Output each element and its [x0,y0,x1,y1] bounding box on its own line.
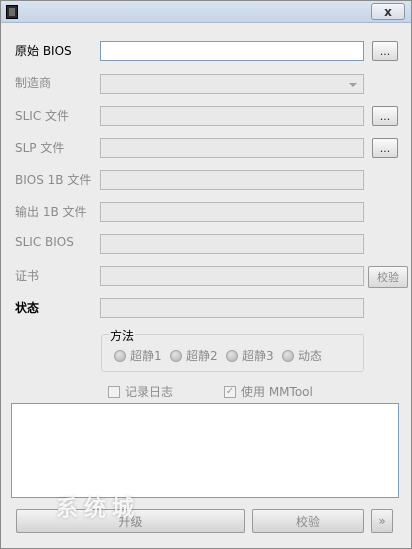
more-button[interactable]: » [371,509,393,533]
slp-file-input[interactable] [100,138,364,158]
slp-file-label: SLP 文件 [15,141,65,155]
method-radio-3[interactable]: 超静3 [226,347,274,364]
status-label: 状态 [15,301,40,315]
radio-indicator [114,349,126,362]
radio-label: 超静1 [130,349,162,363]
bios-1b-input[interactable] [100,170,364,190]
checkmark-icon: ✓ [224,385,236,398]
slic-bios-input[interactable] [100,234,364,254]
method-radio-dynamic[interactable]: 动态 [282,347,322,364]
radio-indicator [226,349,238,362]
app-icon [6,5,18,19]
app-window: x 原始 BIOS ... 制造商 SLIC 文件 ... SLP 文件 ...… [0,0,412,549]
manufacturer-select[interactable] [100,74,364,94]
radio-label: 超静3 [242,349,274,363]
certificate-verify-button[interactable]: 校验 [368,266,408,288]
method-group-title: 方法 [109,327,136,344]
slic-bios-label: SLIC BIOS [15,235,74,249]
checkbox-label: 记录日志 [125,385,174,399]
mmtool-checkbox[interactable]: ✓ 使用 MMTool [224,383,313,400]
output-1b-input[interactable] [100,202,364,222]
bios-browse-button[interactable]: ... [372,41,398,61]
checkbox-label: 使用 MMTool [241,385,313,399]
certificate-input[interactable] [100,266,364,286]
slp-file-browse-button[interactable]: ... [372,138,398,158]
log-output-area[interactable] [11,403,399,498]
certificate-label: 证书 [15,269,40,283]
radio-indicator [170,349,182,362]
upgrade-button[interactable]: 升级 [16,509,245,533]
log-checkbox[interactable]: 记录日志 [108,383,173,400]
verify-button[interactable]: 校验 [252,509,364,533]
checkbox-box [108,385,120,398]
bios-1b-label: BIOS 1B 文件 [15,173,92,187]
radio-indicator [282,349,294,362]
radio-label: 动态 [298,349,323,363]
bios-label: 原始 BIOS [15,44,72,58]
radio-label: 超静2 [186,349,218,363]
status-field [100,298,364,318]
method-radio-2[interactable]: 超静2 [170,347,218,364]
slic-file-label: SLIC 文件 [15,109,70,123]
title-bar[interactable]: x [1,1,411,23]
slic-file-input[interactable] [100,106,364,126]
manufacturer-label: 制造商 [15,76,52,90]
close-button[interactable]: x [371,3,405,20]
slic-file-browse-button[interactable]: ... [372,106,398,126]
bios-input[interactable] [100,41,364,61]
output-1b-label: 输出 1B 文件 [15,205,87,219]
method-radio-1[interactable]: 超静1 [114,347,162,364]
